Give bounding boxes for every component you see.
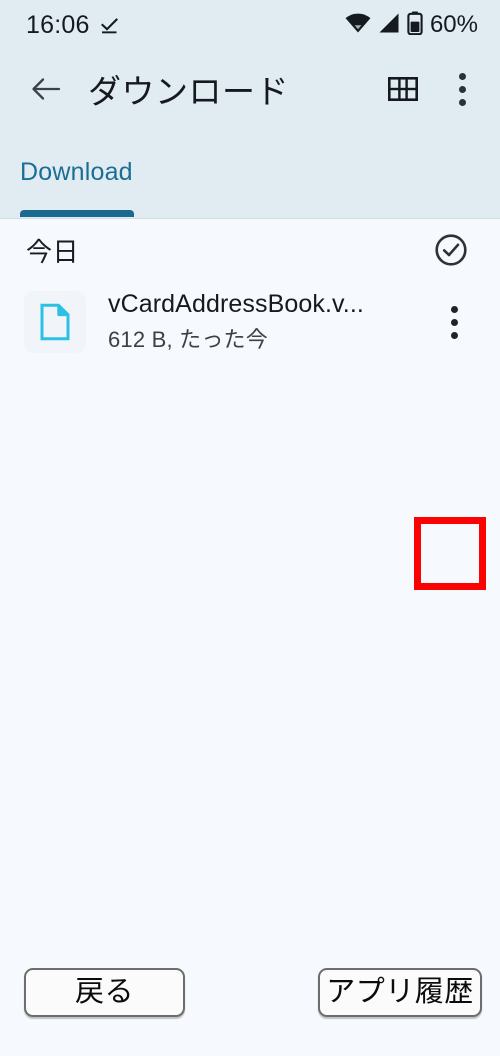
cellular-signal-icon <box>377 12 401 39</box>
check-circle-icon <box>435 234 467 266</box>
nav-recent-apps-label: アプリ履歴 <box>326 976 474 1008</box>
check-underline-icon <box>100 16 119 35</box>
nav-recent-apps-button[interactable]: アプリ履歴 <box>318 968 482 1017</box>
tab-download[interactable]: Download <box>20 150 133 194</box>
file-overflow-menu[interactable] <box>422 290 486 354</box>
grid-view-button[interactable] <box>380 66 426 112</box>
nav-back-button[interactable]: 戻る <box>24 968 185 1017</box>
file-thumbnail <box>24 291 86 353</box>
app-bar: ダウンロード <box>0 50 500 128</box>
bottom-navigation-bar: 戻る アプリ履歴 <box>0 960 500 1056</box>
arrow-left-icon <box>32 78 61 100</box>
nav-back-label: 戻る <box>74 976 134 1008</box>
back-navigation-button[interactable] <box>24 67 68 111</box>
wifi-icon <box>345 12 371 39</box>
content-area: 今日 vCardAddressBook.v... 612 B, たった今 <box>0 219 500 960</box>
status-bar-left: 16:06 <box>26 10 119 39</box>
file-subtitle: 612 B, たった今 <box>108 327 268 352</box>
file-list-item[interactable]: vCardAddressBook.v... 612 B, たった今 <box>0 281 500 363</box>
group-title-today: 今日 <box>26 236 80 267</box>
status-time: 16:06 <box>26 10 90 39</box>
select-all-button[interactable] <box>430 229 472 271</box>
page-title: ダウンロード <box>88 73 289 110</box>
app-bar-overflow-button[interactable] <box>442 66 482 112</box>
battery-percent: 60% <box>429 11 478 38</box>
status-bar-right: 60% <box>345 11 478 40</box>
battery-icon <box>407 11 423 40</box>
phone-screen: 16:06 60% ダウンロード Download 今日 vCardAddres… <box>0 0 500 1056</box>
tab-download-label: Download <box>20 157 133 186</box>
tab-active-indicator <box>20 210 134 217</box>
file-name: vCardAddressBook.v... <box>108 290 364 318</box>
file-details: vCardAddressBook.v... 612 B, たった今 <box>108 290 422 354</box>
annotation-highlight-box <box>414 517 486 590</box>
grid-view-icon <box>388 76 418 101</box>
status-bar: 16:06 60% <box>0 0 500 50</box>
list-group-header: 今日 <box>0 219 500 281</box>
document-file-icon <box>40 303 70 341</box>
tab-bar: Download <box>0 128 500 219</box>
more-vertical-icon <box>458 72 466 106</box>
more-vertical-icon <box>450 305 458 339</box>
